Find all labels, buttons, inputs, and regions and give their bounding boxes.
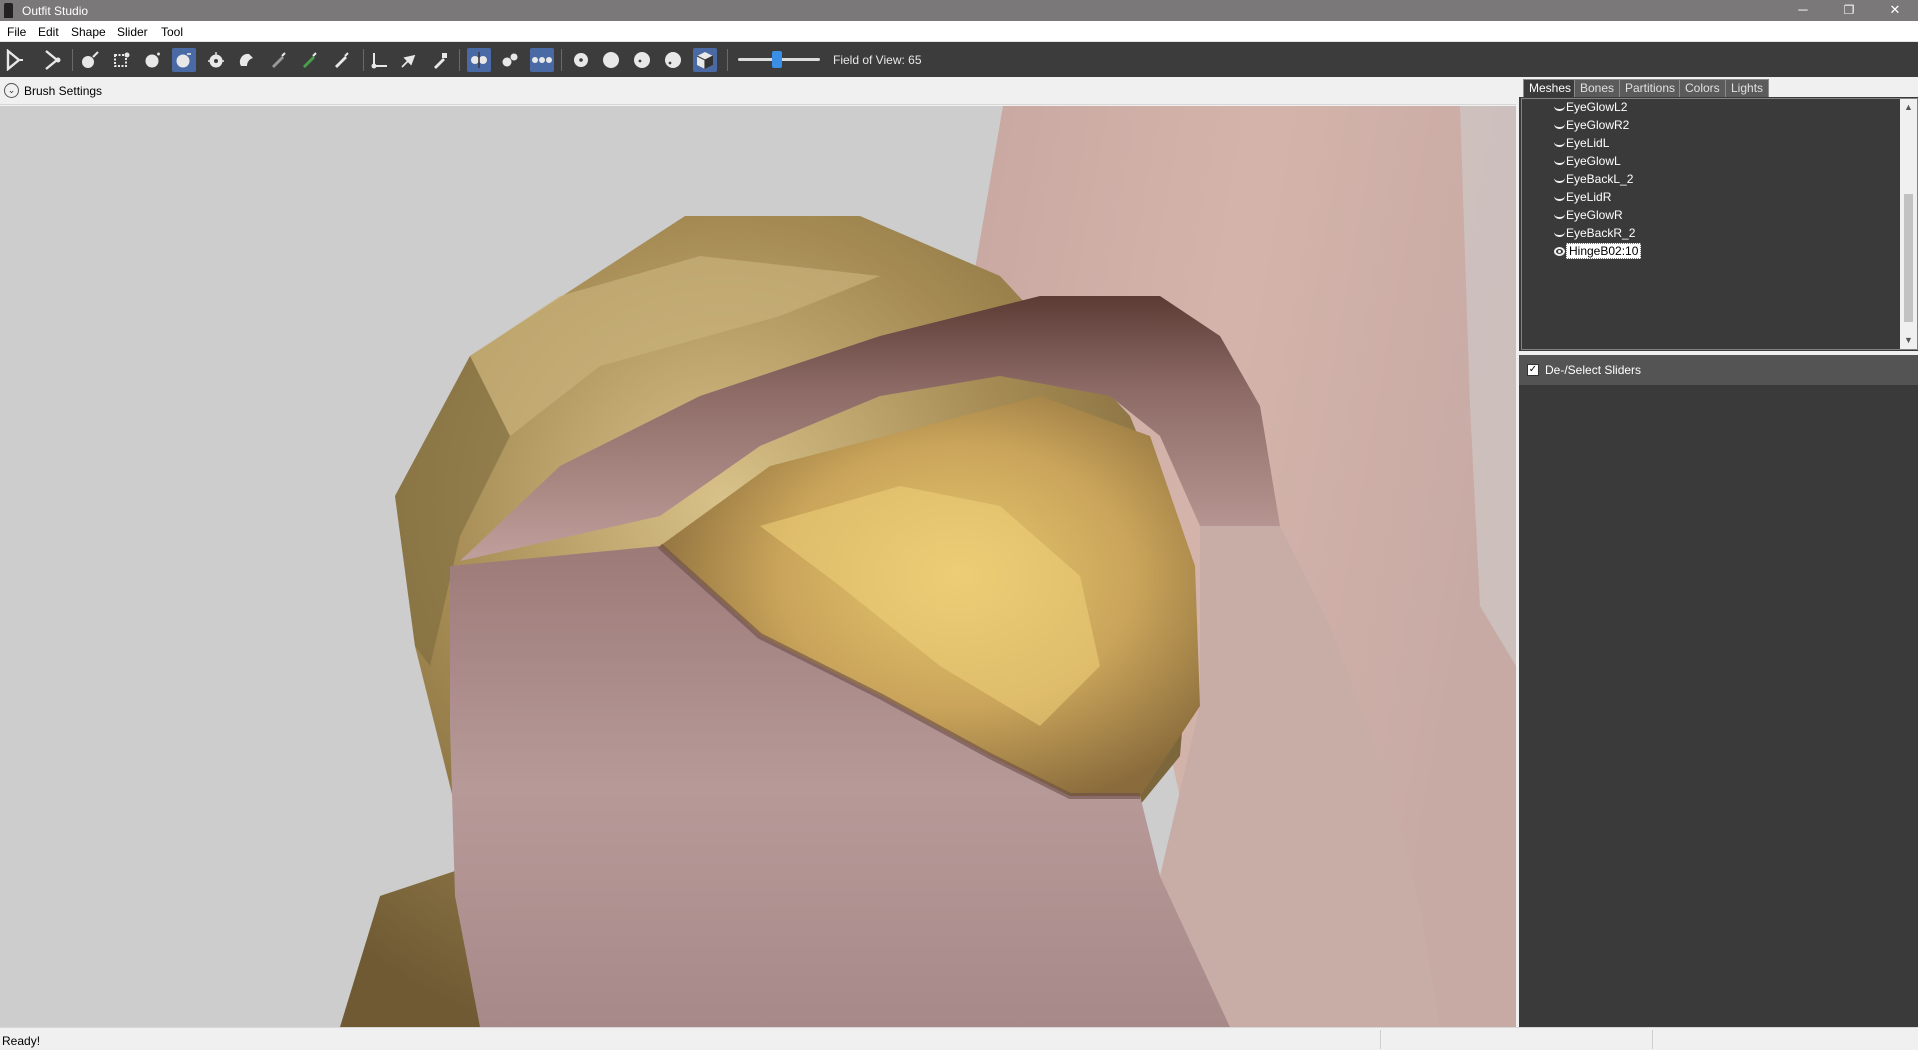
status-bar: Ready! [0,1027,1918,1050]
move-brush-icon[interactable] [78,48,102,72]
menu-tool[interactable]: Tool [161,25,183,39]
eye-open-icon[interactable] [1554,247,1565,256]
texture-view-icon[interactable] [630,48,654,72]
scroll-up-icon[interactable]: ▲ [1900,99,1917,116]
toolbar-separator [561,49,562,71]
mesh-tree[interactable]: EyeGlowL2 EyeGlowR2 EyeLidL EyeGlowL Eye… [1521,98,1918,350]
list-item[interactable]: EyeGlowR [1554,207,1623,225]
eye-closed-icon[interactable] [1554,142,1565,147]
restore-button[interactable]: ❐ [1826,0,1872,21]
toolbar-separator [727,49,728,71]
solid-view-icon[interactable] [599,48,623,72]
inflate-brush-icon[interactable] [141,48,165,72]
lighting-view-icon[interactable] [661,48,685,72]
connected-only-icon[interactable] [498,48,522,72]
viewport-render [0,106,1516,1027]
menu-slider[interactable]: Slider [117,25,148,39]
transform-brush-icon[interactable] [41,48,65,72]
right-panel: Meshes Bones Partitions Colors Lights Ey… [1519,77,1918,1027]
eye-closed-icon[interactable] [1554,214,1565,219]
fov-label: Field of View: 65 [833,53,922,67]
menu-bar: File Edit Shape Slider Tool [0,21,1918,42]
pivot-tool-icon[interactable] [397,48,421,72]
eye-closed-icon[interactable] [1554,124,1565,129]
minimize-button[interactable]: ─ [1780,0,1826,21]
weight-smooth-icon[interactable] [297,48,321,72]
list-item[interactable]: EyeGlowL [1554,153,1621,171]
toolbar-separator [72,49,73,71]
color-brush-icon[interactable] [329,48,353,72]
status-divider [1380,1030,1381,1049]
list-item[interactable]: EyeBackL_2 [1554,171,1633,189]
undiff-brush-icon[interactable] [235,48,259,72]
3d-viewport[interactable] [0,106,1516,1027]
title-bar: Outfit Studio ─ ❐ ✕ [0,0,1918,21]
menu-file[interactable]: File [7,25,26,39]
fov-slider-thumb[interactable] [772,51,782,68]
chevron-down-icon[interactable]: ⌄ [4,83,19,98]
eye-closed-icon[interactable] [1554,106,1565,111]
tab-partitions[interactable]: Partitions [1619,79,1682,97]
app-icon [4,3,13,18]
wireframe-view-icon[interactable] [569,48,593,72]
tab-meshes[interactable]: Meshes [1523,79,1578,97]
tab-lights[interactable]: Lights [1725,79,1770,97]
toolbar-separator [363,49,364,71]
list-item[interactable]: EyeBackR_2 [1554,225,1635,243]
tab-bones[interactable]: Bones [1574,79,1621,97]
status-divider [1652,1030,1653,1049]
brush-settings-bar[interactable]: ⌄ Brush Settings [0,77,1516,105]
eye-closed-icon[interactable] [1554,178,1565,183]
mask-brush-icon[interactable] [110,48,134,72]
list-item-selected[interactable]: HingeB02:10 [1554,243,1642,261]
select-sliders-checkbox[interactable]: ✓ [1527,364,1539,376]
panel-tabs: Meshes Bones Partitions Colors Lights [1519,77,1918,97]
deflate-brush-icon[interactable] [172,48,196,72]
mask-view-icon[interactable] [693,48,717,72]
status-text: Ready! [2,1034,41,1048]
eye-closed-icon[interactable] [1554,196,1565,201]
scroll-down-icon[interactable]: ▼ [1900,332,1917,349]
window-title: Outfit Studio [22,4,89,18]
toolbar [0,42,1918,77]
eye-closed-icon[interactable] [1554,160,1565,165]
slider-header: ✓ De-/Select Sliders [1519,355,1918,385]
list-item[interactable]: EyeGlowR2 [1554,117,1629,135]
transform-tool-icon[interactable] [367,48,391,72]
menu-edit[interactable]: Edit [38,25,59,39]
weight-brush-icon[interactable] [266,48,290,72]
eye-closed-icon[interactable] [1554,232,1565,237]
list-item[interactable]: EyeGlowL2 [1554,99,1627,117]
list-item[interactable]: EyeLidL [1554,135,1609,153]
smooth-brush-icon[interactable] [204,48,228,72]
close-button[interactable]: ✕ [1872,0,1918,21]
vertex-select-icon[interactable] [428,48,452,72]
mesh-list-scrollbar[interactable]: ▲ ▼ [1900,99,1917,349]
tab-colors[interactable]: Colors [1679,79,1726,97]
global-brush-icon[interactable] [530,48,554,72]
select-sliders-label[interactable]: De-/Select Sliders [1545,363,1641,377]
scroll-thumb[interactable] [1904,194,1913,322]
x-mirror-icon[interactable] [467,48,491,72]
menu-shape[interactable]: Shape [71,25,106,39]
brush-settings-label[interactable]: Brush Settings [24,84,102,98]
list-item[interactable]: EyeLidR [1554,189,1611,207]
toolbar-separator [459,49,460,71]
select-brush-icon[interactable] [3,48,27,72]
